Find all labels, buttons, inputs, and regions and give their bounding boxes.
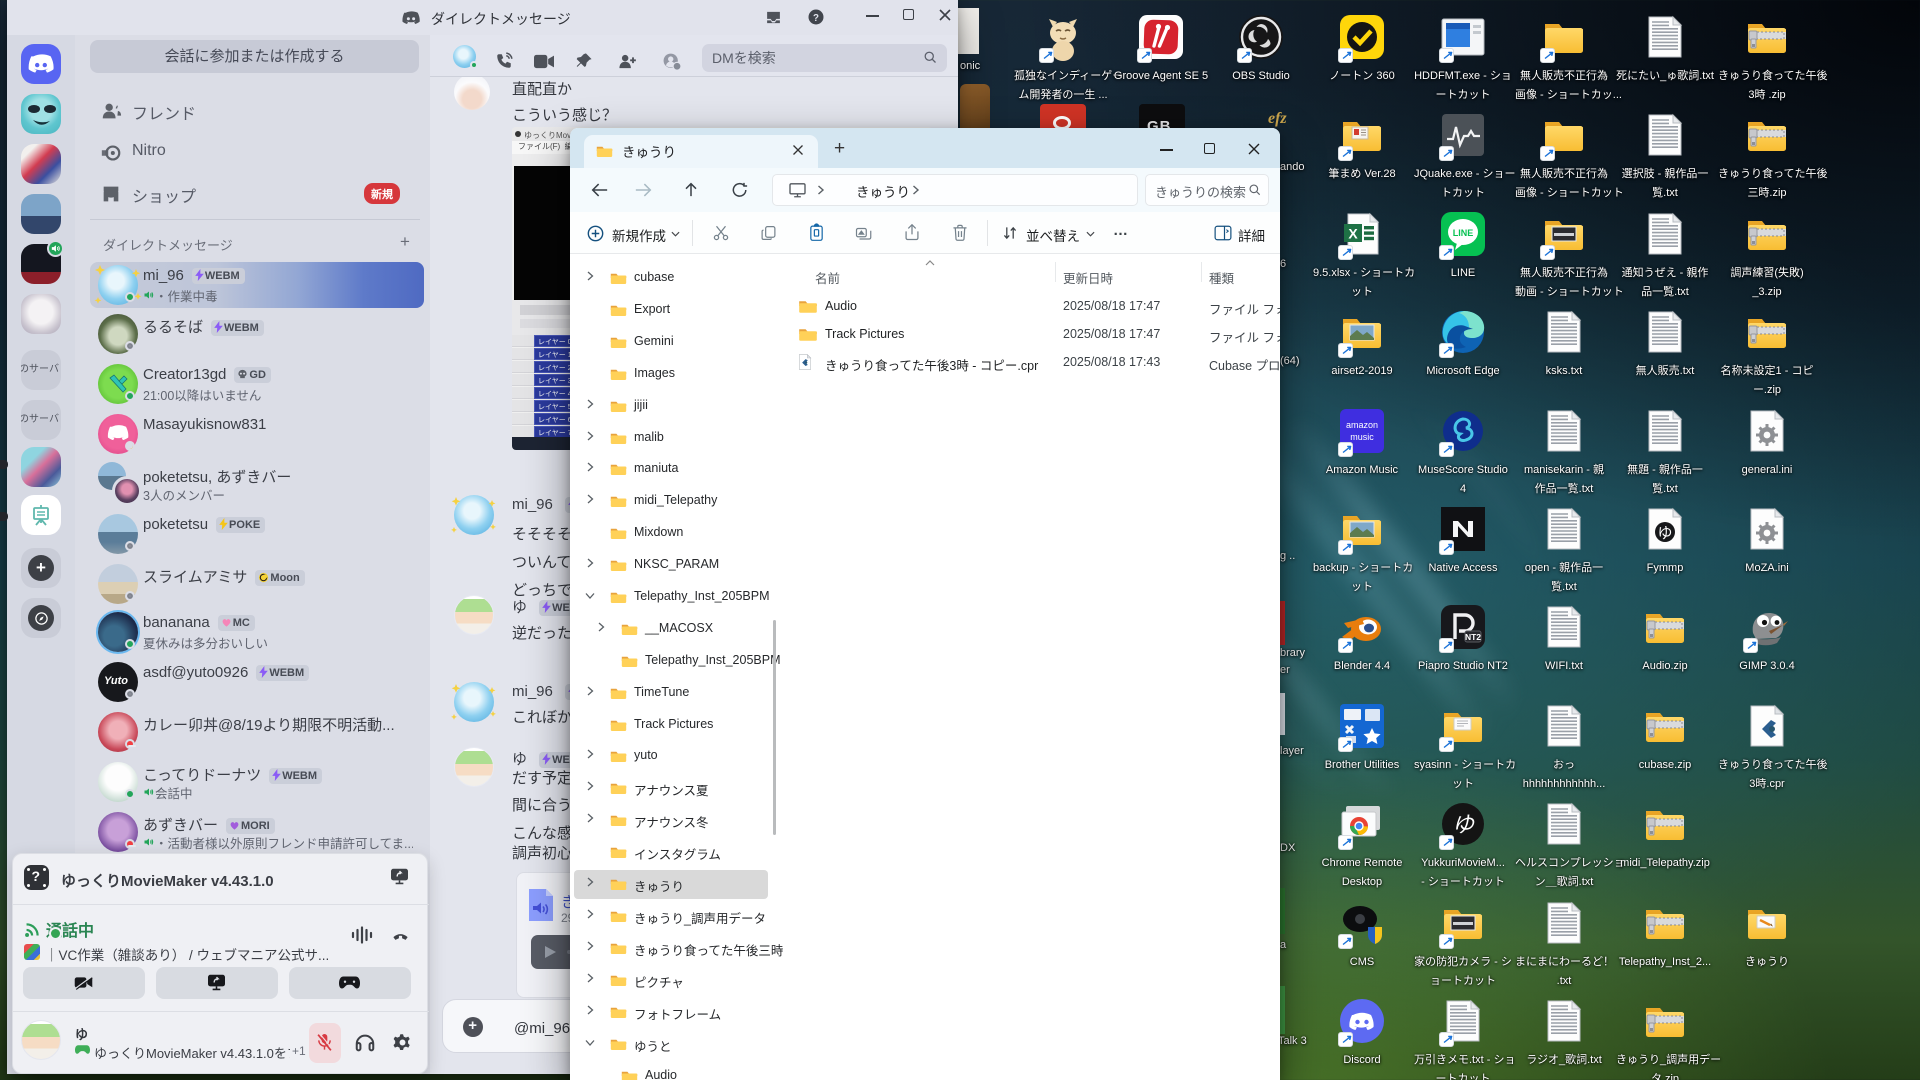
svg-text:?: ? <box>813 13 819 24</box>
